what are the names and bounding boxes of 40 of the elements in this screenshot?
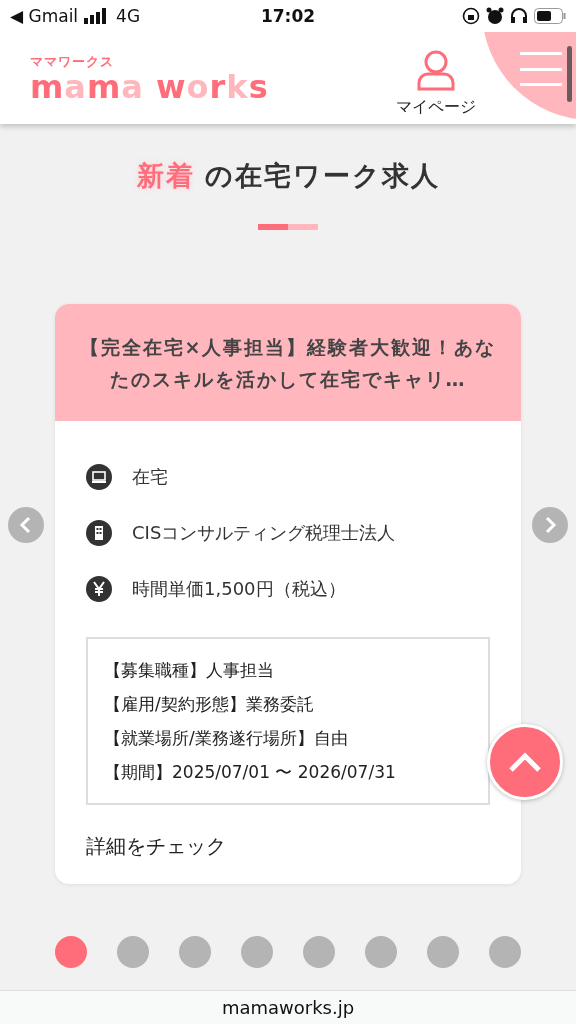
scroll-to-top-button[interactable] bbox=[487, 724, 563, 800]
job-detail-line: 【雇用/契約形態】業務委託 bbox=[104, 693, 315, 716]
job-info: 時間単価1,500円（税込） bbox=[132, 577, 346, 601]
building-icon bbox=[86, 520, 112, 546]
battery-icon bbox=[534, 8, 566, 24]
pagination-dot[interactable] bbox=[117, 936, 149, 968]
scrollbar bbox=[567, 46, 572, 102]
pagination-dot[interactable] bbox=[365, 936, 397, 968]
chevron-right-icon bbox=[543, 516, 557, 534]
pagination-dot[interactable] bbox=[241, 936, 273, 968]
yen-icon bbox=[86, 576, 112, 602]
job-detail-line: 【期間】2025/07/01 〜 2026/07/31 bbox=[104, 761, 397, 784]
next-button[interactable] bbox=[532, 507, 568, 543]
pagination-dot[interactable] bbox=[303, 936, 335, 968]
job-detail-line: 【募集職種】人事担当 bbox=[104, 659, 275, 682]
clock-time: 17:02 bbox=[260, 6, 316, 26]
job-info: 在宅 bbox=[132, 465, 168, 489]
pagination-dot[interactable] bbox=[489, 936, 521, 968]
rotation-lock-icon bbox=[462, 7, 480, 25]
section-title: 新着 の在宅ワーク求人 bbox=[136, 159, 440, 193]
job-info: CISコンサルティング税理士法人 bbox=[132, 521, 396, 545]
pagination-dot[interactable] bbox=[427, 936, 459, 968]
my-page-link[interactable]: マイページ bbox=[396, 48, 476, 118]
logo-katakana: ママワークス bbox=[30, 53, 115, 71]
person-icon bbox=[415, 48, 457, 91]
previous-button[interactable] bbox=[8, 507, 44, 543]
pagination-dot[interactable] bbox=[55, 936, 87, 968]
details-link[interactable]: 詳細をチェック bbox=[86, 833, 490, 860]
back-to-app-link[interactable]: ◀ Gmail bbox=[10, 6, 79, 26]
pagination-dot[interactable] bbox=[179, 936, 211, 968]
headphones-icon bbox=[510, 7, 528, 25]
network-type: 4G bbox=[116, 6, 141, 26]
title-accent-bar bbox=[258, 224, 318, 230]
job-detail-line: 【就業場所/業務遂行場所】自由 bbox=[104, 727, 349, 750]
job-title: 【完全在宅×人事担当】経験者大歓迎！あなたのスキルを活かして在宅でキャリ… bbox=[79, 334, 497, 392]
computer-icon bbox=[86, 464, 112, 490]
chevron-up-icon bbox=[508, 751, 542, 773]
url-text: mamaworks.jp bbox=[0, 990, 576, 1024]
alarm-icon bbox=[486, 7, 504, 25]
chevron-left-icon bbox=[19, 516, 33, 534]
